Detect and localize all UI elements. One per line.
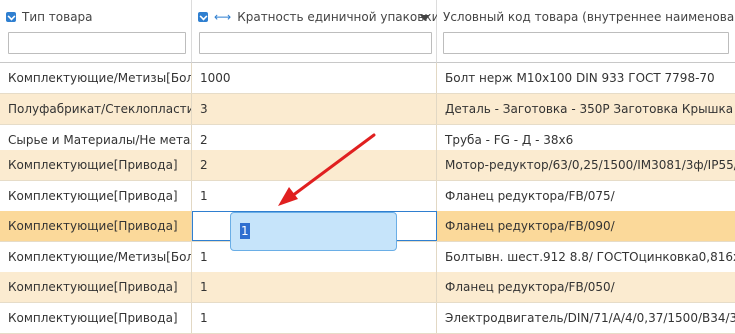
table-row[interactable]: Комплектующие[Привода] 1 Электродвигател… — [0, 303, 735, 334]
data-grid: Тип товара ⟷ Кратность единичной упаковк… — [0, 0, 735, 334]
cell-product-type[interactable]: Комплектующие[Привода] — [0, 181, 192, 211]
editor-selected-value[interactable]: 1 — [240, 223, 250, 239]
cell-product-type[interactable]: Комплектующие/Метизы[Бол — [0, 63, 192, 93]
cell-product-code[interactable]: Мотор-редуктор/63/0,25/1500/IM3081/3ф/IP… — [437, 150, 735, 180]
column-header-label: Тип товара — [22, 10, 93, 24]
resize-arrows-icon[interactable]: ⟷ — [214, 11, 231, 23]
column-header-title: Условный код товара (внутреннее наименов… — [443, 10, 735, 24]
table-row[interactable]: Полуфабрикат/Стеклопластик 3 Деталь - За… — [0, 94, 735, 125]
cell-product-code[interactable]: Деталь - Заготовка - 350Р Заготовка Крыш… — [437, 94, 735, 124]
cell-product-code[interactable]: Болтывн. шест.912 8.8/ ГОСТОцинковка0,81… — [437, 242, 735, 272]
column-header-label: Кратность единичной упаковки — [237, 10, 440, 24]
cell-pack-multiplicity[interactable]: 1 — [192, 272, 437, 302]
table-row[interactable]: Комплектующие[Привода] 1 Фланец редуктор… — [0, 181, 735, 212]
dropdown-caret-icon[interactable] — [420, 15, 430, 21]
column-header-product-type[interactable]: Тип товара — [0, 0, 192, 63]
column-header-title: Тип товара — [6, 10, 93, 24]
cell-product-type[interactable]: Комплектующие[Привода] — [0, 150, 192, 180]
cell-product-code[interactable]: Болт нерж М10х100 DIN 933 ГОСТ 7798-70 — [437, 63, 735, 93]
cell-product-type[interactable]: Комплектующие[Привода] — [0, 303, 192, 333]
cell-product-code[interactable]: Фланец редуктора/FB/075/ — [437, 181, 735, 211]
cell-product-type[interactable]: Полуфабрикат/Стеклопластик — [0, 94, 192, 124]
cell-pack-multiplicity[interactable]: 3 — [192, 94, 437, 124]
cell-product-code[interactable]: Фланец редуктора/FB/090/ — [437, 211, 735, 241]
column-header-title: ⟷ Кратность единичной упаковки — [198, 10, 439, 24]
table-row[interactable]: Комплектующие[Привода] 2 Мотор-редуктор/… — [0, 150, 735, 181]
column-header-product-code[interactable]: Условный код товара (внутреннее наименов… — [437, 0, 735, 63]
cell-product-type[interactable]: Комплектующие/Метизы[Бол — [0, 242, 192, 272]
column-header-pack-multiplicity[interactable]: ⟷ Кратность единичной упаковки — [192, 0, 439, 63]
cell-product-code[interactable]: Электродвигатель/DIN/71/A/4/0,37/1500/B3… — [437, 303, 735, 333]
inline-cell-editor[interactable]: 1 — [230, 212, 397, 251]
cell-pack-multiplicity[interactable]: 2 — [192, 150, 437, 180]
cell-pack-multiplicity[interactable]: 1 — [192, 303, 437, 333]
checkbox-icon[interactable] — [6, 12, 16, 22]
column-header-label: Условный код товара (внутреннее наименов… — [443, 10, 735, 24]
filter-input-product-code[interactable] — [443, 32, 729, 54]
cell-product-code[interactable]: Фланец редуктора/FB/050/ — [437, 272, 735, 302]
cell-product-type[interactable]: Комплектующие[Привода] — [0, 211, 192, 241]
cell-product-type[interactable]: Комплектующие[Привода] — [0, 272, 192, 302]
table-row[interactable]: Комплектующие/Метизы[Бол 1000 Болт нерж … — [0, 63, 735, 94]
filter-input-product-type[interactable] — [8, 32, 186, 54]
cell-pack-multiplicity[interactable]: 1000 — [192, 63, 437, 93]
filter-input-pack-multiplicity[interactable] — [199, 32, 432, 54]
table-row[interactable]: Комплектующие[Привода] 1 Фланец редуктор… — [0, 272, 735, 303]
checkbox-icon[interactable] — [198, 12, 208, 22]
cell-pack-multiplicity[interactable]: 1 — [192, 181, 437, 211]
